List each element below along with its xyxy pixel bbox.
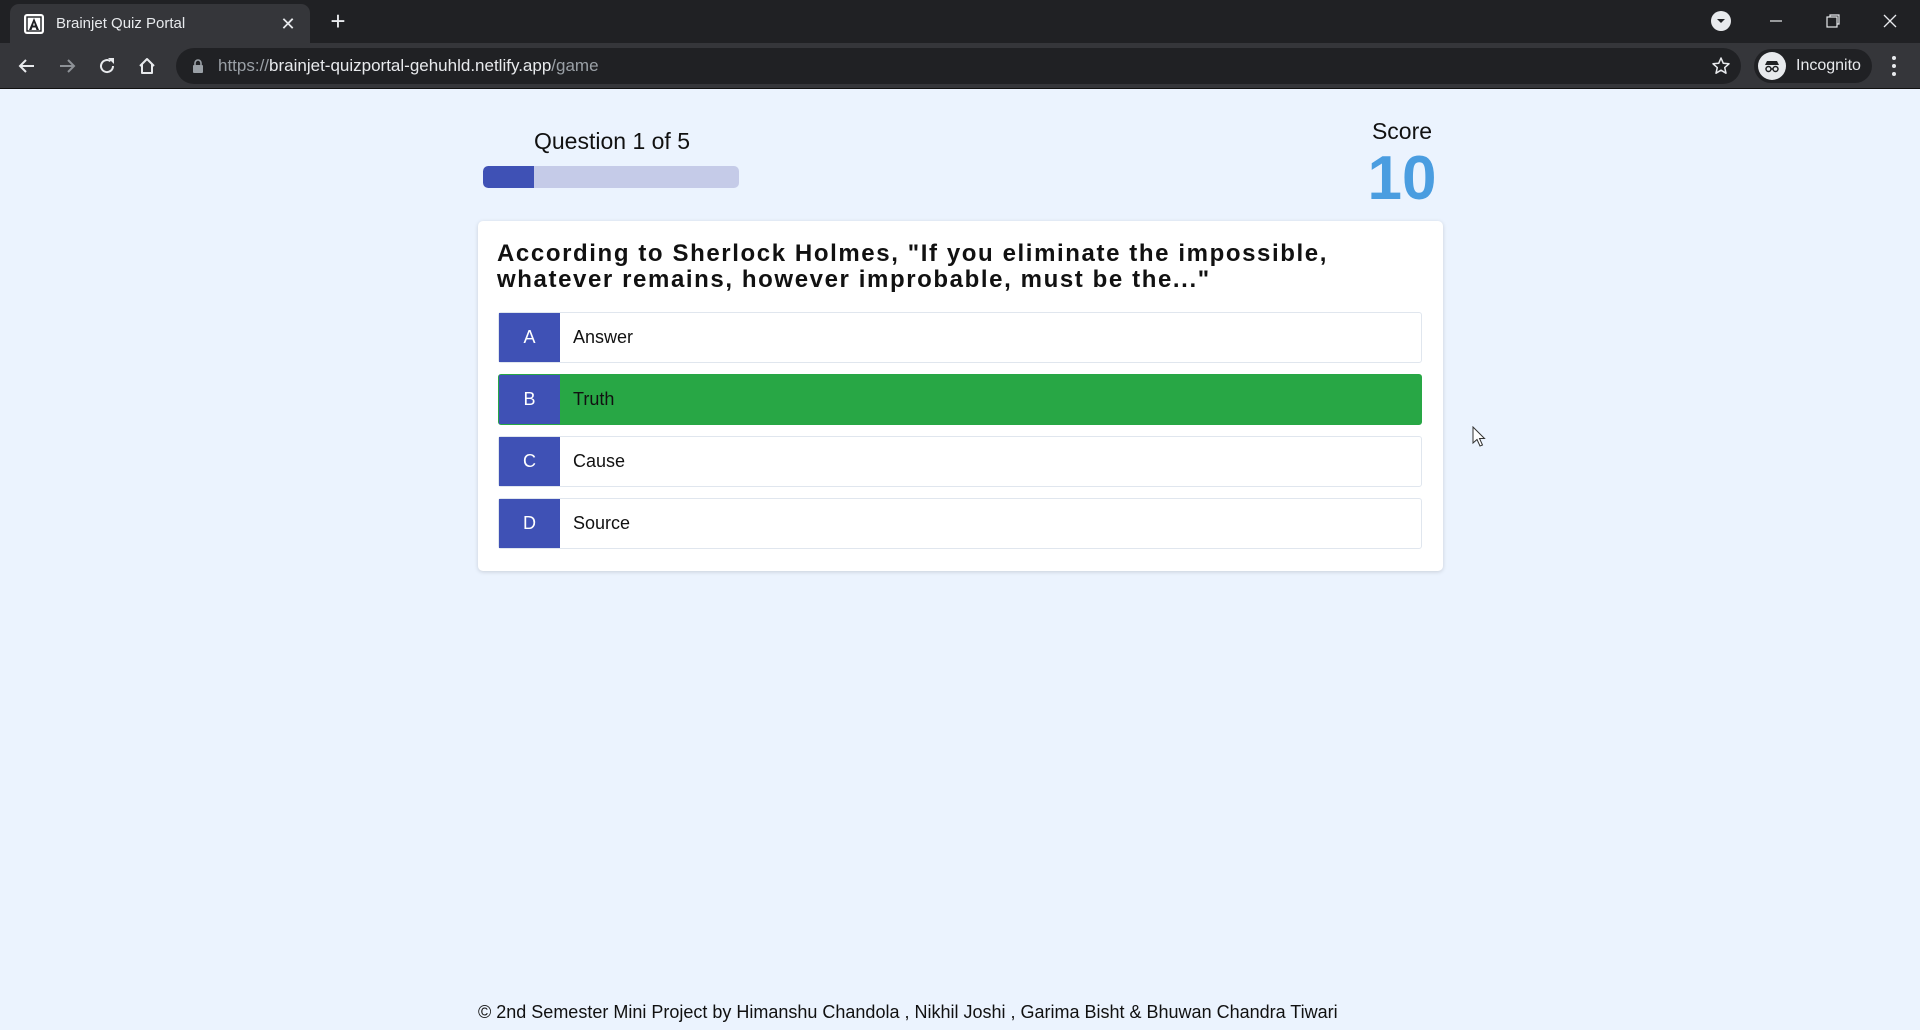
- reload-icon[interactable]: [93, 52, 121, 80]
- choice-b[interactable]: B Truth: [498, 374, 1422, 425]
- choice-prefix: A: [499, 313, 560, 362]
- menu-icon[interactable]: [1884, 54, 1904, 78]
- progress-text: Question 1 of 5: [534, 128, 690, 154]
- star-icon[interactable]: [1711, 56, 1731, 76]
- choice-text: Truth: [573, 389, 615, 409]
- progress-panel: Question 1 of 5: [483, 128, 739, 188]
- minimize-icon[interactable]: [1758, 6, 1794, 36]
- browser-tab-bar: Brainjet Quiz Portal ✕ +: [0, 0, 1920, 43]
- close-window-icon[interactable]: [1872, 6, 1908, 36]
- browser-toolbar: https://brainjet-quizportal-gehuhld.netl…: [0, 43, 1920, 89]
- mouse-cursor-icon: [1472, 426, 1486, 447]
- choice-prefix: C: [499, 437, 560, 486]
- choice-c[interactable]: C Cause: [498, 436, 1422, 487]
- score-panel: Score 10: [1352, 118, 1452, 211]
- progress-bar: [483, 166, 739, 188]
- progress-bar-fill: [483, 166, 535, 188]
- quiz-page: Question 1 of 5 Score 10 According to Sh…: [0, 90, 1920, 1030]
- choice-text: Answer: [573, 327, 634, 347]
- tab-close-icon[interactable]: ✕: [278, 14, 298, 34]
- forward-icon[interactable]: [53, 52, 81, 80]
- choice-d[interactable]: D Source: [498, 498, 1422, 549]
- choice-text: Cause: [573, 451, 626, 471]
- new-tab-icon[interactable]: +: [325, 8, 351, 34]
- choice-prefix: D: [499, 499, 560, 548]
- question-text: According to Sherlock Holmes, "If you el…: [497, 240, 1328, 293]
- home-icon[interactable]: [133, 52, 161, 80]
- browser-tab[interactable]: Brainjet Quiz Portal ✕: [10, 4, 310, 43]
- choice-a[interactable]: A Answer: [498, 312, 1422, 363]
- address-bar[interactable]: https://brainjet-quizportal-gehuhld.netl…: [176, 48, 1741, 84]
- choice-prefix: B: [499, 375, 560, 424]
- url-text: https://brainjet-quizportal-gehuhld.netl…: [218, 56, 599, 75]
- footer-credits: © 2nd Semester Mini Project by Himanshu …: [478, 1002, 1338, 1022]
- question-card: According to Sherlock Holmes, "If you el…: [478, 221, 1443, 571]
- lock-icon[interactable]: [190, 58, 206, 74]
- score-label: Score: [1371, 118, 1433, 144]
- tab-search-icon[interactable]: [1711, 11, 1731, 31]
- incognito-label: Incognito: [1796, 57, 1861, 74]
- tab-title: Brainjet Quiz Portal: [56, 15, 186, 32]
- incognito-profile-button[interactable]: Incognito: [1754, 49, 1872, 83]
- choice-text: Source: [573, 513, 631, 533]
- back-icon[interactable]: [13, 52, 41, 80]
- incognito-icon: [1758, 52, 1786, 80]
- tab-favicon-icon: [24, 13, 44, 34]
- restore-icon[interactable]: [1815, 6, 1851, 36]
- score-value: 10: [1367, 144, 1437, 213]
